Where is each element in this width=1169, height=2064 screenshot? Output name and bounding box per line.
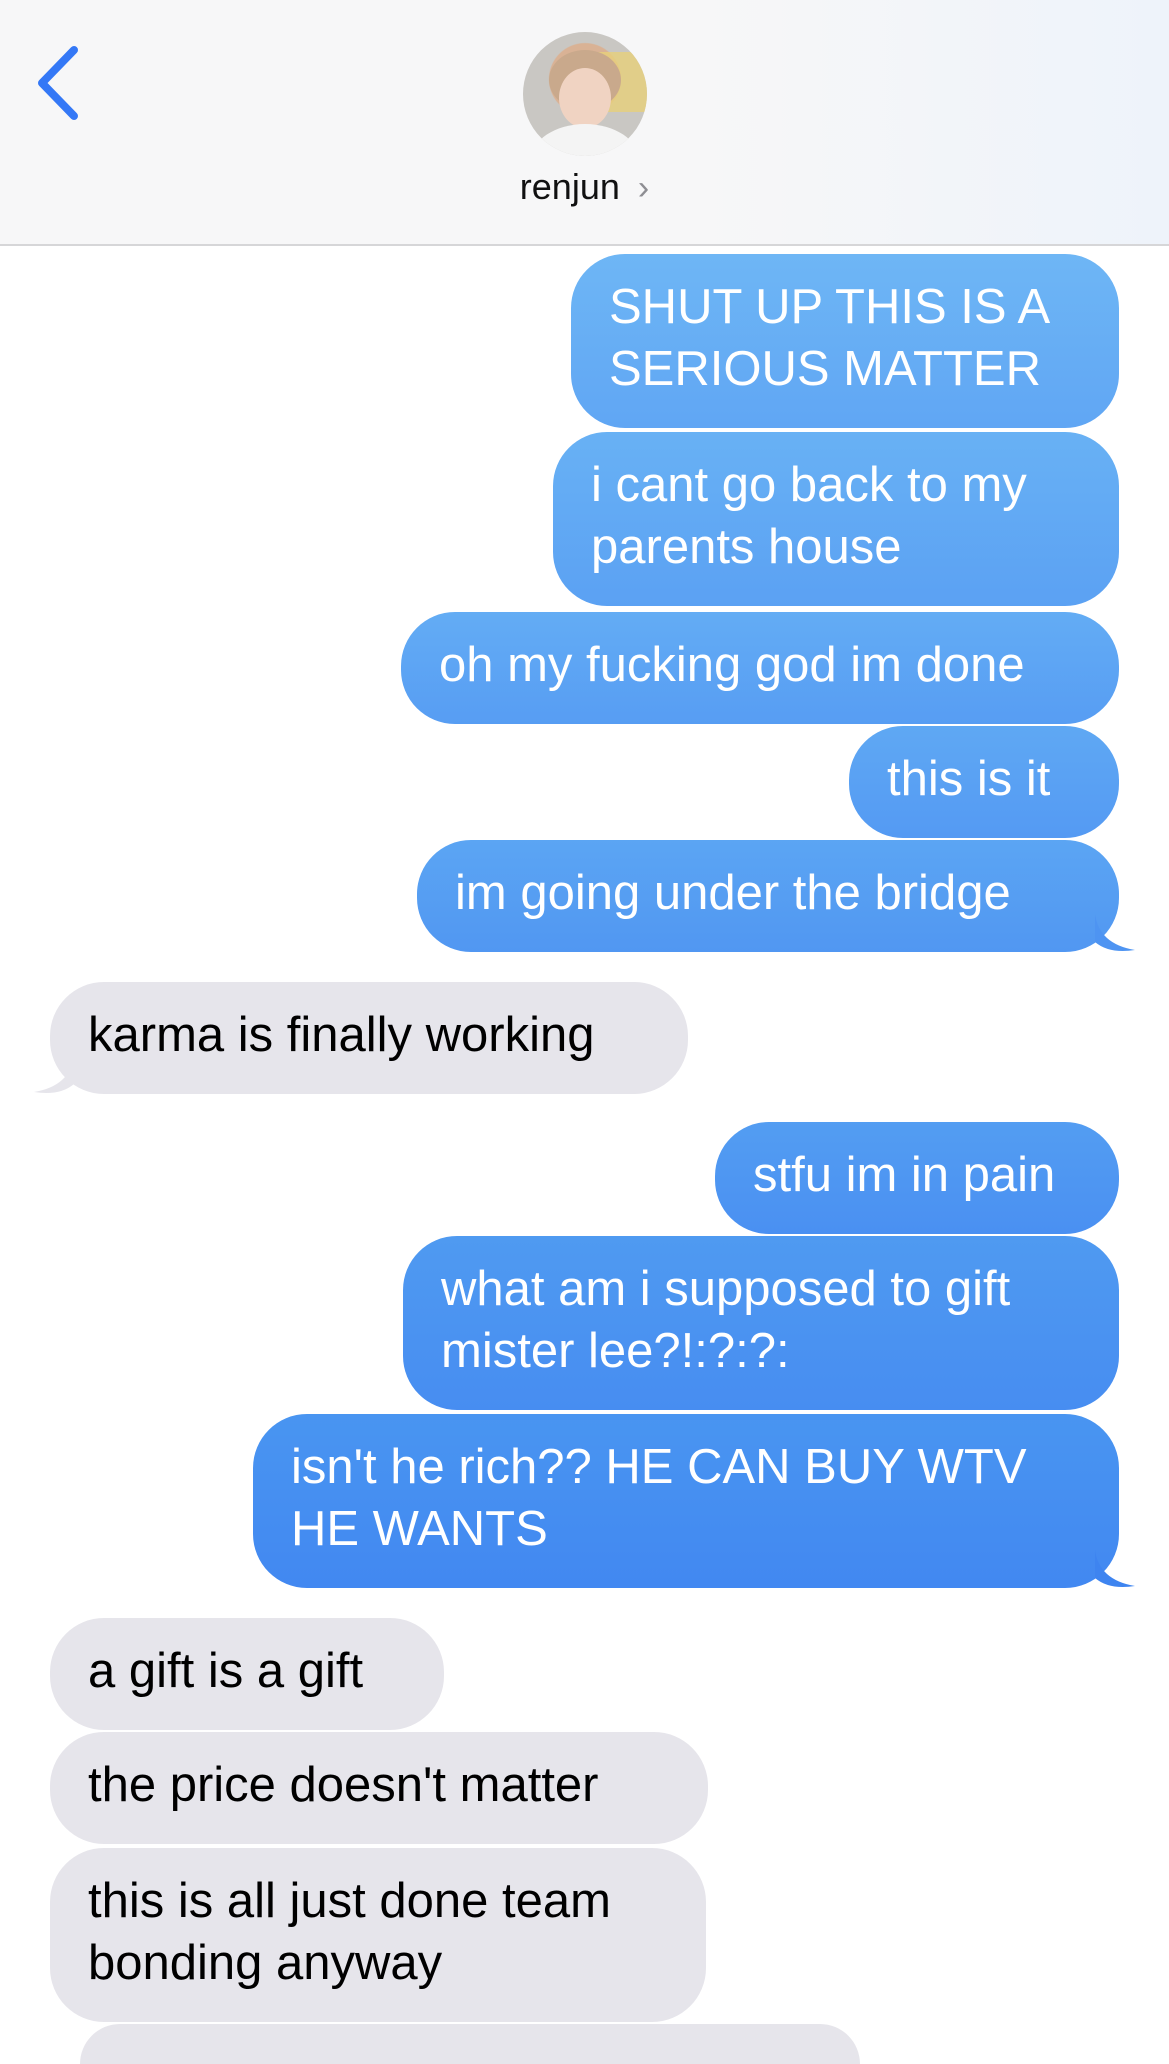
message-text-line: HE WANTS	[291, 1502, 548, 1556]
received-message-bubble[interactable]: karma is finally working	[50, 982, 688, 1094]
sent-message-bubble[interactable]: i cant go back to my parents house	[553, 432, 1119, 606]
received-bubble-tail	[34, 1056, 74, 1093]
message-text-line: parents house	[591, 520, 902, 574]
received-message-bubble[interactable]: the price doesn't matter	[50, 1732, 708, 1844]
message-text-line: a gift is a gift	[88, 1644, 364, 1698]
sent-bubble-tail	[1095, 914, 1135, 951]
sent-message-bubble[interactable]: stfu im in pain	[715, 1122, 1119, 1234]
avatar[interactable]	[523, 32, 647, 156]
message-text-line: what am i supposed to gift	[441, 1262, 1011, 1316]
message-text-line: oh my fucking god im done	[439, 638, 1025, 692]
message-text-line: the price doesn't matter	[88, 1758, 599, 1812]
message-text-line: mister lee?!:?:?:	[441, 1324, 790, 1378]
message-text-line: this is all just done team	[88, 1874, 611, 1928]
sent-message-bubble[interactable]: this is it	[849, 726, 1119, 838]
message-text-line: karma is finally working	[88, 1008, 595, 1062]
sent-message-bubble[interactable]: isn't he rich?? HE CAN BUY WTV HE WANTS	[253, 1414, 1119, 1588]
received-message-bubble[interactable]: a gift is a gift	[50, 1618, 444, 1730]
sent-message-bubble[interactable]: oh my fucking god im done	[401, 612, 1119, 724]
message-text-line: SERIOUS MATTER	[609, 342, 1041, 396]
message-text-line: this is it	[887, 752, 1051, 806]
message-text-line: bonding anyway	[88, 1936, 443, 1990]
received-message-bubble-partial[interactable]	[80, 2024, 860, 2064]
message-text-line: SHUT UP THIS IS A	[609, 280, 1051, 334]
sent-message-bubble[interactable]: im going under the bridge	[417, 840, 1119, 952]
chevron-right-icon: ›	[637, 169, 650, 207]
sent-message-bubble[interactable]: what am i supposed to gift mister lee?!:?…	[403, 1236, 1119, 1410]
message-text-line: im going under the bridge	[455, 866, 1011, 920]
received-message-bubble[interactable]: this is all just done team bonding anyway	[50, 1848, 706, 2022]
sent-message-bubble[interactable]: SHUT UP THIS IS A SERIOUS MATTER	[571, 254, 1119, 428]
contact-name-row[interactable]: renjun ›	[0, 166, 1169, 208]
conversation-header: renjun ›	[0, 0, 1169, 246]
sent-bubble-tail	[1095, 1550, 1135, 1587]
chevron-left-icon[interactable]	[34, 44, 84, 122]
message-text-line: isn't he rich?? HE CAN BUY WTV	[291, 1440, 1027, 1494]
message-text-line: i cant go back to my	[591, 458, 1027, 512]
message-text-line: stfu im in pain	[753, 1148, 1056, 1202]
contact-name: renjun	[519, 166, 620, 207]
